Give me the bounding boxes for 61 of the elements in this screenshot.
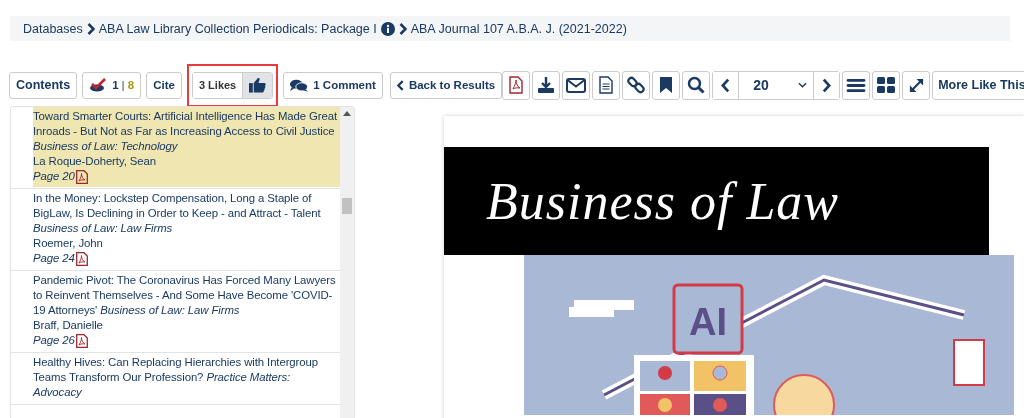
article-title: In the Money: Lockstep Compensation, Long a Staple of BigLaw, Is Declining in Order to Keep - and Attract - Talent Business of Law: Law Firms — [33, 191, 322, 236]
chevron-right-icon — [822, 77, 832, 93]
search-button[interactable] — [682, 70, 711, 100]
checkmark-icon — [89, 78, 108, 92]
expand-icon — [907, 76, 925, 94]
article-entry[interactable]: In the Money: Lockstep Compensation, Long a Staple of BigLaw, Is Declining in Order to Keep - and Attract - Talent Business of Law: Law Firms Roemer, John Page 24 — [33, 189, 340, 269]
chevron-left-icon — [721, 77, 731, 93]
pdf-file-icon[interactable] — [75, 251, 88, 266]
banner-title: Business of Law — [486, 171, 840, 231]
chevron-left-icon — [396, 79, 404, 91]
article-title: Healthy Hives: Can Replacing Hierarchies with Intergroup Teams Transform Our Profession? Practice Matters: Advocacy — [33, 355, 319, 400]
page-link[interactable]: Page 20 — [33, 169, 75, 184]
chevron-right-icon — [398, 22, 407, 35]
info-icon[interactable] — [380, 21, 395, 36]
pdf-file-icon — [509, 76, 524, 94]
download-button[interactable] — [532, 70, 561, 100]
article-title: Pandemic Pivot: The Coronavirus Has Forced Many Lawyers to Reinvent Themselves - And Some Have Become 'COVID-19 Attorneys' Business of Law: Law Firms — [33, 273, 337, 318]
grid-icon — [877, 77, 896, 93]
breadcrumb-link[interactable]: ABA Law Library Collection Periodicals: Package I — [98, 21, 377, 36]
article-author: Braff, Danielle — [33, 318, 104, 333]
document-icon — [599, 76, 614, 94]
mail-button[interactable] — [562, 70, 591, 100]
pdf-button[interactable] — [502, 70, 531, 100]
pdf-file-icon[interactable] — [75, 169, 88, 184]
article-title: Toward Smarter Courts: Artificial Intelligence Has Made Great Inroads - But Not as Far as Increasing Access to Civil Justice Business of Law: Technology — [33, 109, 339, 154]
bookmark-button[interactable] — [652, 70, 681, 100]
like-toggle[interactable] — [242, 72, 273, 98]
menu-icon — [846, 77, 867, 93]
comments-button[interactable]: 1 Comment — [283, 71, 383, 99]
doc-button[interactable] — [592, 70, 621, 100]
thumbs-up-icon — [249, 77, 267, 93]
contents-button[interactable]: Contents — [9, 71, 78, 99]
fullscreen-button[interactable] — [902, 70, 931, 100]
scroll-up-arrow-icon[interactable] — [343, 111, 351, 116]
mail-icon — [566, 77, 587, 93]
link-icon — [627, 76, 646, 94]
link-button[interactable] — [622, 70, 651, 100]
breadcrumb-link[interactable]: Databases — [23, 21, 83, 36]
page-link[interactable]: Page 24 — [33, 251, 75, 266]
article-author: La Roque-Doherty, Sean — [33, 154, 157, 169]
scrollbar[interactable] — [340, 107, 354, 418]
pdf-file-icon[interactable] — [75, 333, 88, 348]
speech-bubbles-icon — [290, 78, 309, 92]
download-icon — [537, 76, 556, 94]
article-entry[interactable]: Toward Smarter Courts: Artificial Intelligence Has Made Great Inroads - But Not as Far as Increasing Access to Civil Justice Business of Law: Technology La Roque-Doherty, Sean Page 20 — [33, 107, 340, 187]
marked-items-button[interactable]: 1 | 8 — [82, 71, 142, 99]
scrollbar-thumb[interactable] — [342, 198, 352, 214]
grid-view-button[interactable] — [872, 70, 901, 100]
list-view-button[interactable] — [842, 70, 871, 100]
article-entry[interactable]: Pandemic Pivot: The Coronavirus Has Forced Many Lawyers to Reinvent Themselves - And Some Have Become 'COVID-19 Attorneys' Business of Law: Law Firms Braff, Danielle Page 26 — [33, 271, 340, 351]
bookmark-icon — [660, 77, 673, 93]
article-entry[interactable]: Healthy Hives: Can Replacing Hierarchies with Intergroup Teams Transform Our Profession? Practice Matters: Advocacy — [33, 353, 340, 403]
back-to-results-button[interactable]: Back to Results — [389, 71, 503, 99]
breadcrumb-link[interactable]: ABA Journal 107 A.B.A. J. (2021-2022) — [410, 21, 627, 36]
article-author: Roemer, John — [33, 236, 104, 251]
cite-button[interactable]: Cite — [146, 71, 182, 99]
ai-label: AI — [689, 301, 727, 343]
search-icon — [687, 76, 706, 94]
page-link[interactable]: Page 26 — [33, 333, 75, 348]
caret-icon — [798, 82, 808, 88]
chevron-right-icon — [86, 22, 95, 35]
